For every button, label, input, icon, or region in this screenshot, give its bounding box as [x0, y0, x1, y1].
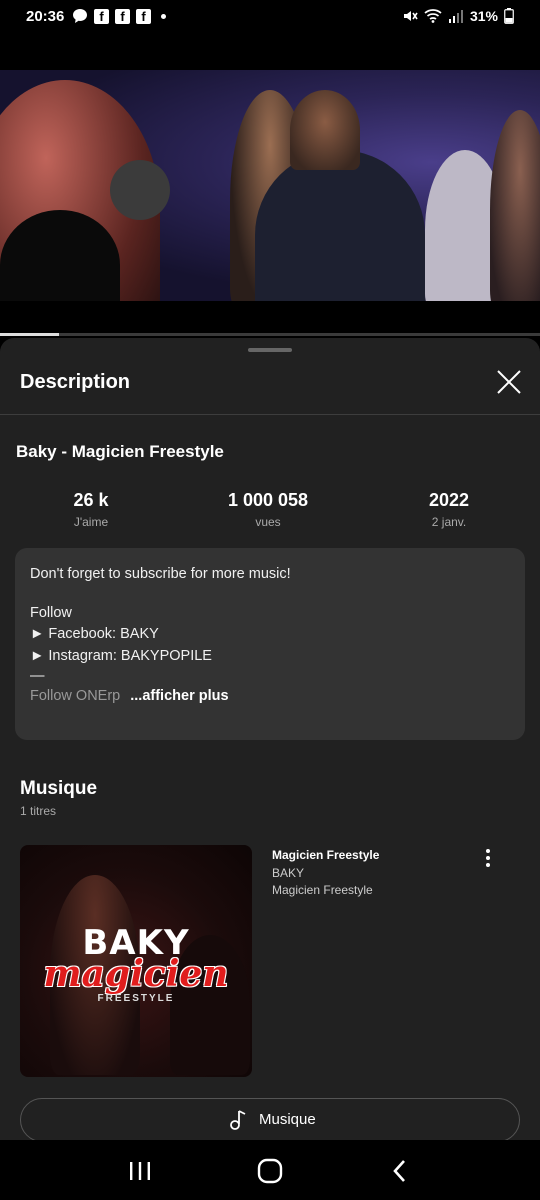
- close-icon: [497, 370, 521, 394]
- drag-handle[interactable]: [248, 348, 292, 352]
- back-icon[interactable]: [390, 1159, 410, 1183]
- show-more-link[interactable]: ...afficher plus: [130, 688, 228, 704]
- video-frame-figure: [490, 110, 540, 301]
- views-count: 1 000 058: [227, 490, 309, 510]
- battery-percent: 31%: [469, 8, 498, 24]
- description-line: —: [30, 668, 45, 684]
- date-label: 2 janv.: [431, 515, 467, 529]
- music-track-count: 1 titres: [20, 804, 57, 818]
- more-vert-icon: [486, 849, 490, 867]
- close-button[interactable]: [493, 366, 525, 398]
- date-stat: 2022 2 janv.: [389, 490, 509, 529]
- video-frame-figure: [110, 160, 170, 220]
- description-line: Don't forget to subscribe for more music…: [30, 566, 291, 582]
- notification-icons: f f f: [72, 8, 166, 24]
- video-title: Baky - Magicien Freestyle: [16, 442, 224, 461]
- video-progress-bar[interactable]: [0, 333, 540, 336]
- video-progress-fill: [0, 333, 60, 336]
- album-title-text: magicien: [43, 953, 229, 995]
- music-button[interactable]: Musique: [20, 1098, 520, 1142]
- likes-stat: 26 k J'aime: [31, 490, 151, 529]
- facebook-icon: f: [94, 8, 109, 24]
- recents-icon[interactable]: [128, 1160, 152, 1182]
- album-subtitle-text: FREESTYLE: [97, 993, 175, 1004]
- description-line: Follow: [30, 605, 72, 621]
- video-frame-figure: [290, 90, 360, 170]
- music-section-title: Musique: [20, 778, 98, 799]
- description-panel: Description Baky - Magicien Freestyle 26…: [0, 338, 540, 1200]
- music-note-icon: [230, 1110, 246, 1130]
- status-bar: 20:36 f f f 31%: [0, 0, 540, 34]
- track-artist: BAKY: [272, 866, 305, 880]
- likes-count: 26 k: [73, 490, 109, 510]
- views-label: vues: [255, 515, 281, 529]
- description-line: ► Facebook: BAKY: [30, 626, 159, 642]
- facebook-icon: f: [115, 8, 130, 24]
- year: 2022: [428, 490, 470, 510]
- album-cover[interactable]: BAKY magicien FREESTYLE: [20, 845, 252, 1077]
- mute-icon: [403, 11, 418, 21]
- battery-icon: [504, 8, 514, 24]
- signal-icon: [448, 10, 463, 23]
- status-time: 20:36: [26, 8, 65, 25]
- more-options-button[interactable]: [478, 846, 498, 870]
- views-stat: 1 000 058 vues: [208, 490, 328, 529]
- description-line: Follow ONErp ...afficher plus: [30, 688, 229, 704]
- system-nav-bar: [0, 1140, 540, 1200]
- description-truncated-text: Follow ONErp: [30, 688, 121, 704]
- likes-label: J'aime: [73, 515, 109, 529]
- track-album: Magicien Freestyle: [272, 883, 373, 897]
- facebook-icon: f: [136, 8, 151, 24]
- divider: [0, 414, 540, 415]
- video-player[interactable]: [0, 70, 540, 301]
- system-icons: 31%: [402, 8, 514, 24]
- home-icon[interactable]: [257, 1158, 283, 1184]
- wifi-icon: [424, 9, 442, 23]
- chat-bubble-icon: [73, 9, 87, 23]
- video-frame-figure: [255, 150, 425, 301]
- description-box[interactable]: Don't forget to subscribe for more music…: [15, 548, 525, 740]
- track-title[interactable]: Magicien Freestyle: [272, 848, 379, 862]
- more-notifications-dot: [161, 13, 166, 19]
- description-line: ► Instagram: BAKYPOPILE: [30, 648, 212, 664]
- music-button-label: Musique: [259, 1111, 316, 1128]
- panel-title: Description: [20, 371, 131, 393]
